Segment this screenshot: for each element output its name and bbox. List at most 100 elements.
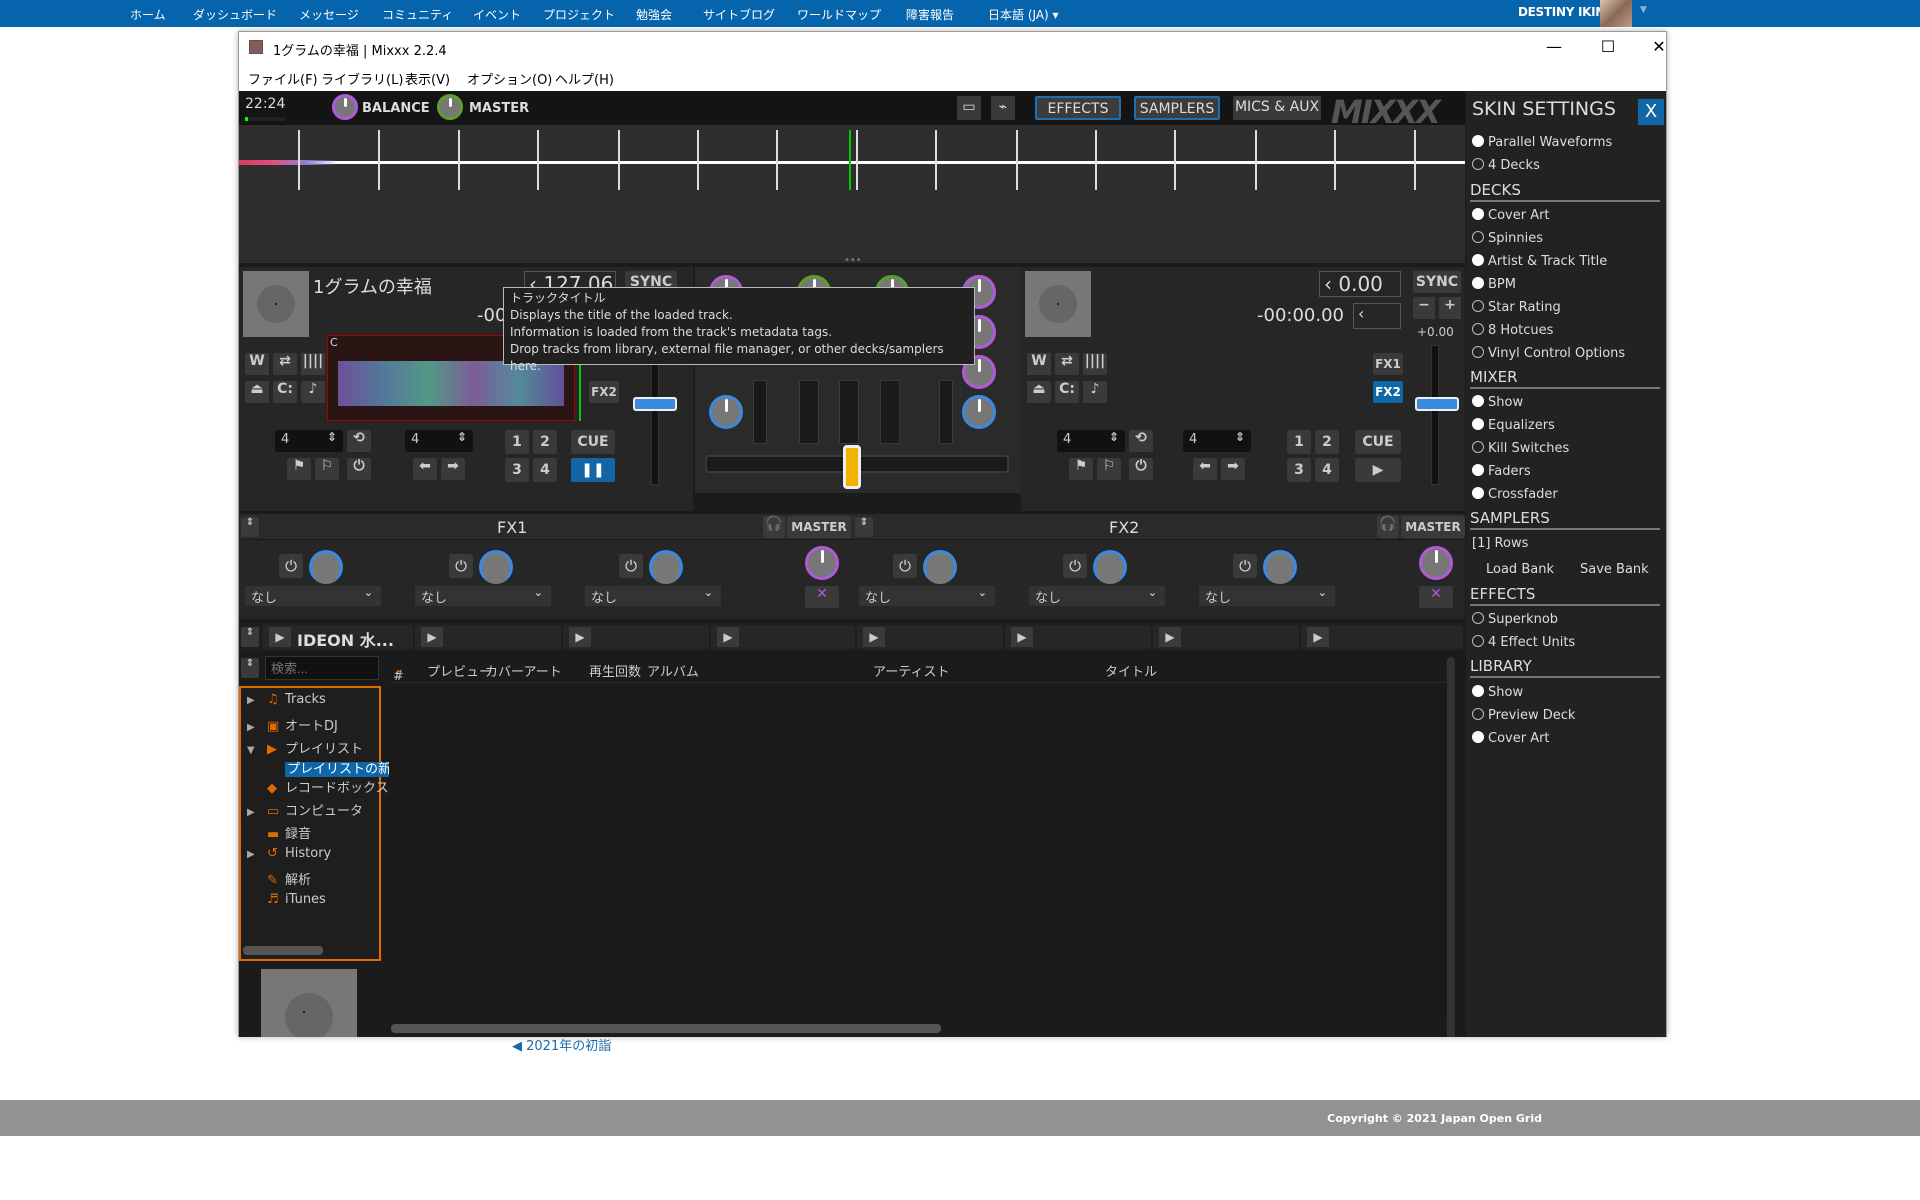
column-preview[interactable]: プレビュー (427, 661, 492, 680)
deck2-rate-slider-handle[interactable] (1415, 397, 1459, 411)
expand-arrow-icon[interactable]: ▶ (247, 722, 267, 733)
deck2-sync-button[interactable]: SYNC (1413, 271, 1461, 293)
setting-sampler-rows[interactable]: [1] Rows (1472, 536, 1528, 551)
sampler-4[interactable]: ▶ (711, 625, 855, 649)
setting-star-rating[interactable]: Star Rating (1472, 300, 1561, 315)
deck2-beatjump-back-button[interactable]: ⬅ (1193, 458, 1217, 480)
setting-preview-deck[interactable]: Preview Deck (1472, 708, 1575, 723)
nav-community[interactable]: コミュニティ (382, 6, 453, 23)
menu-view[interactable]: 表示(V) (405, 69, 450, 88)
previous-post-link[interactable]: ◀ 2021年の初詣 (512, 1035, 611, 1054)
fx1-slot2-enable-button[interactable]: ⏻ (449, 554, 473, 578)
tree-item-new-playlist[interactable]: プレイリストの新規 (285, 758, 407, 777)
nav-blog[interactable]: サイトブログ (703, 6, 775, 23)
crossfader-handle[interactable] (843, 445, 861, 489)
column-title[interactable]: タイトル (1105, 661, 1157, 680)
deck1-fx2-button[interactable]: FX2 (589, 381, 619, 403)
deck1-keylock-button[interactable]: ♪ (301, 381, 325, 403)
fx1-slot1-effect-select[interactable]: なし ⌄ (245, 586, 381, 606)
master-gain-knob[interactable] (437, 94, 463, 120)
samplers-expand-toggle[interactable]: ⇕ (241, 627, 259, 647)
deck2-eject-button[interactable]: ⏏ (1027, 381, 1051, 403)
fx1-slot3-effect-select[interactable]: なし ⌄ (585, 586, 721, 606)
deck2-waveform-zoom-button[interactable]: W (1027, 353, 1051, 375)
library-expand-toggle[interactable]: ⇕ (241, 658, 259, 678)
setting-artist-track-title[interactable]: Artist & Track Title (1472, 254, 1607, 269)
fx1-expand-toggle[interactable]: ⇕ (241, 517, 259, 537)
setting-equalizers[interactable]: Equalizers (1472, 418, 1555, 433)
sampler-6-play-icon[interactable]: ▶ (1011, 627, 1033, 647)
nav-worldmap[interactable]: ワールドマップ (797, 6, 881, 23)
parallel-waveform-view[interactable]: ••• (239, 125, 1465, 266)
deck2-beatloop-size[interactable]: 4 ⇕ (1057, 430, 1125, 452)
minimize-button[interactable]: — (1534, 36, 1574, 58)
fx2-slot3-enable-button[interactable]: ⏻ (1233, 554, 1257, 578)
deck2-pitch-down-button[interactable]: − (1413, 297, 1435, 319)
deck1-hotcue-1[interactable]: 1 (505, 430, 529, 454)
fx2-slot2-enable-button[interactable]: ⏻ (1063, 554, 1087, 578)
fx1-slot1-meta-knob[interactable] (309, 550, 343, 584)
sampler-7[interactable]: ▶ (1153, 625, 1299, 649)
setting-superknob[interactable]: Superknob (1472, 612, 1558, 627)
column-cover-art[interactable]: カバーアート (485, 661, 562, 680)
sampler-7-play-icon[interactable]: ▶ (1159, 627, 1181, 647)
fx1-headphone-button[interactable]: 🎧 (763, 516, 785, 538)
deck2-hotcue-3[interactable]: 3 (1287, 458, 1311, 482)
deck2-hotcue-2[interactable]: 2 (1315, 430, 1339, 454)
sampler-3[interactable]: ▶ (563, 625, 709, 649)
setting-crossfader[interactable]: Crossfader (1472, 487, 1558, 502)
avatar[interactable] (1600, 0, 1632, 27)
fx2-slot2-meta-knob[interactable] (1093, 550, 1127, 584)
column-play-count[interactable]: 再生回数 (589, 661, 641, 680)
user-menu-caret-icon[interactable]: ▼ (1640, 5, 1647, 15)
sampler-4-play-icon[interactable]: ▶ (717, 627, 739, 647)
deck1-beatjump-size[interactable]: 4 ⇕ (405, 430, 473, 452)
deck1-beatjump-back-button[interactable]: ⬅ (413, 458, 437, 480)
deck1-loop-in-button[interactable]: ⚑ (287, 458, 311, 480)
sampler-8-play-icon[interactable]: ▶ (1307, 627, 1329, 647)
sampler-2[interactable]: ▶ (415, 625, 561, 649)
expand-arrow-icon[interactable]: ▶ (247, 807, 267, 818)
fx2-slot3-meta-knob[interactable] (1263, 550, 1297, 584)
tree-item-recordings[interactable]: ▬ 録音 (247, 823, 311, 842)
balance-knob[interactable] (332, 94, 358, 120)
fx2-slot1-enable-button[interactable]: ⏻ (893, 554, 917, 578)
skin-settings-close-button[interactable]: X (1638, 99, 1664, 125)
expand-arrow-icon[interactable]: ▶ (247, 849, 267, 860)
fx1-slot2-effect-select[interactable]: なし ⌄ (415, 586, 551, 606)
load-bank-button[interactable]: Load Bank (1486, 562, 1554, 577)
tree-item-analyze[interactable]: ✎ 解析 (247, 869, 311, 888)
deck2-beatjump-forward-button[interactable]: ➡ (1221, 458, 1245, 480)
menu-file[interactable]: ファイル(F) (248, 69, 318, 88)
deck2-loop-in-button[interactable]: ⚑ (1069, 458, 1093, 480)
deck2-volume-fader[interactable] (939, 380, 953, 444)
library-search-input[interactable] (265, 656, 379, 680)
deck1-loop-button[interactable]: ⟲ (347, 430, 371, 452)
deck2-quantize-button[interactable]: C: (1055, 381, 1079, 403)
deck1-play-pause-button[interactable]: ❚❚ (571, 458, 615, 482)
sampler-5-play-icon[interactable]: ▶ (863, 627, 885, 647)
setting-mixer-show[interactable]: Show (1472, 395, 1523, 410)
user-name[interactable]: DESTINY IKIM (1518, 5, 1607, 19)
deck2-keylock-button[interactable]: ♪ (1083, 381, 1107, 403)
fx2-slot1-effect-select[interactable]: なし ⌄ (859, 586, 995, 606)
column-album[interactable]: アルバム (647, 661, 699, 680)
deck1-repeat-button[interactable]: ⇄ (273, 353, 297, 375)
setting-parallel-waveforms[interactable]: Parallel Waveforms (1472, 135, 1612, 150)
menu-options[interactable]: オプション(O) (467, 69, 552, 88)
setting-4-decks[interactable]: 4 Decks (1472, 158, 1540, 173)
deck2-loop-button[interactable]: ⟲ (1129, 430, 1153, 452)
library-horizontal-scrollbar[interactable] (391, 1024, 941, 1033)
mics-aux-toggle-button[interactable]: MICS & AUX (1233, 96, 1321, 120)
deck1-waveform-zoom-button[interactable]: W (245, 353, 269, 375)
setting-vinyl-control[interactable]: Vinyl Control Options (1472, 346, 1625, 361)
tree-item-history[interactable]: ▶ ↺ History (247, 846, 331, 861)
fx2-slot1-meta-knob[interactable] (923, 550, 957, 584)
save-bank-button[interactable]: Save Bank (1580, 562, 1649, 577)
close-button[interactable]: ✕ (1639, 36, 1679, 58)
fx2-expand-toggle[interactable]: ⇕ (855, 517, 873, 537)
deck2-fx2-button[interactable]: FX2 (1373, 381, 1403, 403)
deck1-hotcue-3[interactable]: 3 (505, 458, 529, 482)
fx1-slot3-meta-knob[interactable] (649, 550, 683, 584)
deck2-beatjump-size[interactable]: 4 ⇕ (1183, 430, 1251, 452)
